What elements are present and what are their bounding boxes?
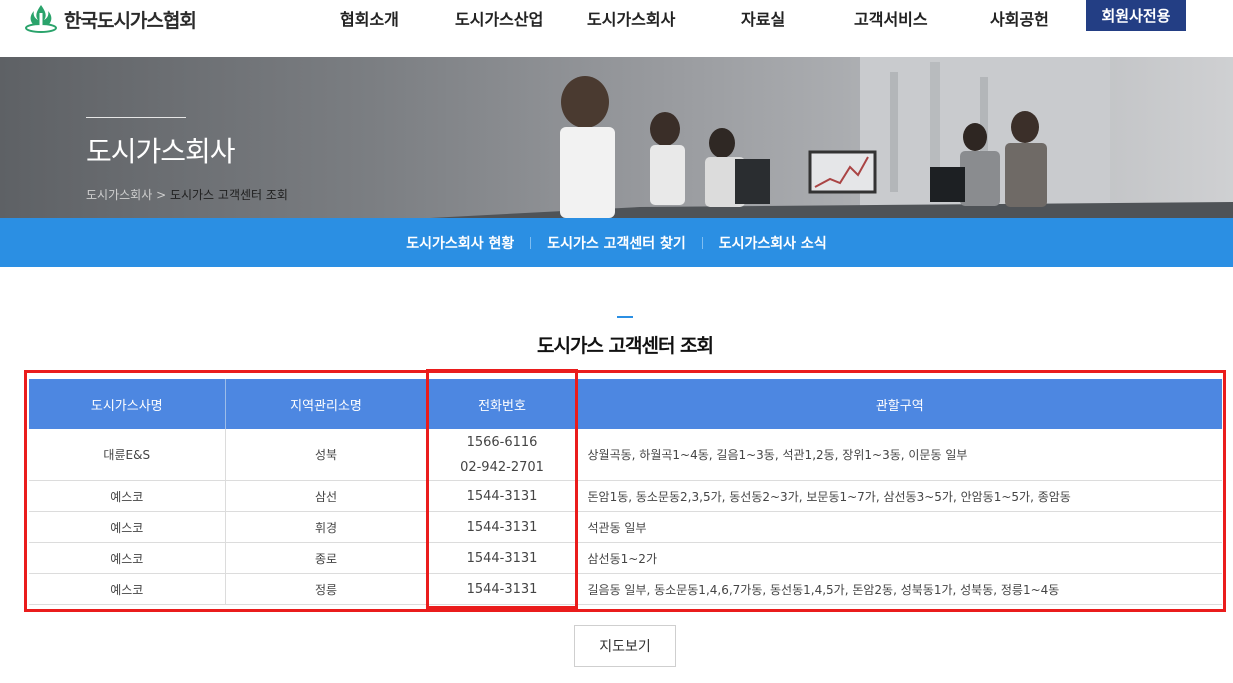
breadcrumb-parent[interactable]: 도시가스회사 (86, 188, 152, 202)
page-banner: 도시가스회사 도시가스회사 > 도시가스 고객센터 조회 (0, 57, 1233, 218)
nav-social[interactable]: 사회공헌 (990, 6, 1049, 30)
table-highlight-box (24, 370, 1226, 612)
gas-flame-logo-icon (25, 5, 57, 33)
member-only-button[interactable]: 회원사전용 (1086, 0, 1186, 31)
banner-divider (86, 117, 186, 118)
phone-column-highlight-box (426, 369, 578, 609)
subnav-find-customer-center[interactable]: 도시가스 고객센터 찾기 (547, 233, 686, 253)
subnav-company-status[interactable]: 도시가스회사 현황 (406, 233, 514, 253)
nav-resources[interactable]: 자료실 (741, 6, 785, 30)
breadcrumb: 도시가스회사 > 도시가스 고객센터 조회 (86, 186, 288, 203)
site-logo[interactable]: 한국도시가스협회 (24, 3, 197, 35)
sub-nav: 도시가스회사 현황 도시가스 고객센터 찾기 도시가스회사 소식 (0, 218, 1233, 267)
section-title: 도시가스 고객센터 조회 (536, 335, 714, 357)
page-title: 도시가스회사 (86, 135, 236, 168)
breadcrumb-current: 도시가스 고객센터 조회 (169, 188, 288, 202)
nav-customer-service[interactable]: 고객서비스 (854, 6, 928, 30)
subnav-divider (530, 236, 532, 249)
nav-about[interactable]: 협회소개 (340, 6, 399, 30)
nav-companies[interactable]: 도시가스회사 (587, 6, 675, 30)
subnav-divider (701, 236, 703, 249)
breadcrumb-separator: > (152, 188, 170, 202)
nav-industry[interactable]: 도시가스산업 (455, 6, 543, 30)
subnav-company-news[interactable]: 도시가스회사 소식 (719, 233, 827, 253)
section-title-accent (617, 316, 633, 318)
logo-text: 한국도시가스협회 (64, 9, 197, 32)
site-header: 한국도시가스협회 협회소개 도시가스산업 도시가스회사 자료실 고객서비스 사회… (0, 0, 1233, 57)
view-map-button[interactable]: 지도보기 (574, 625, 676, 667)
